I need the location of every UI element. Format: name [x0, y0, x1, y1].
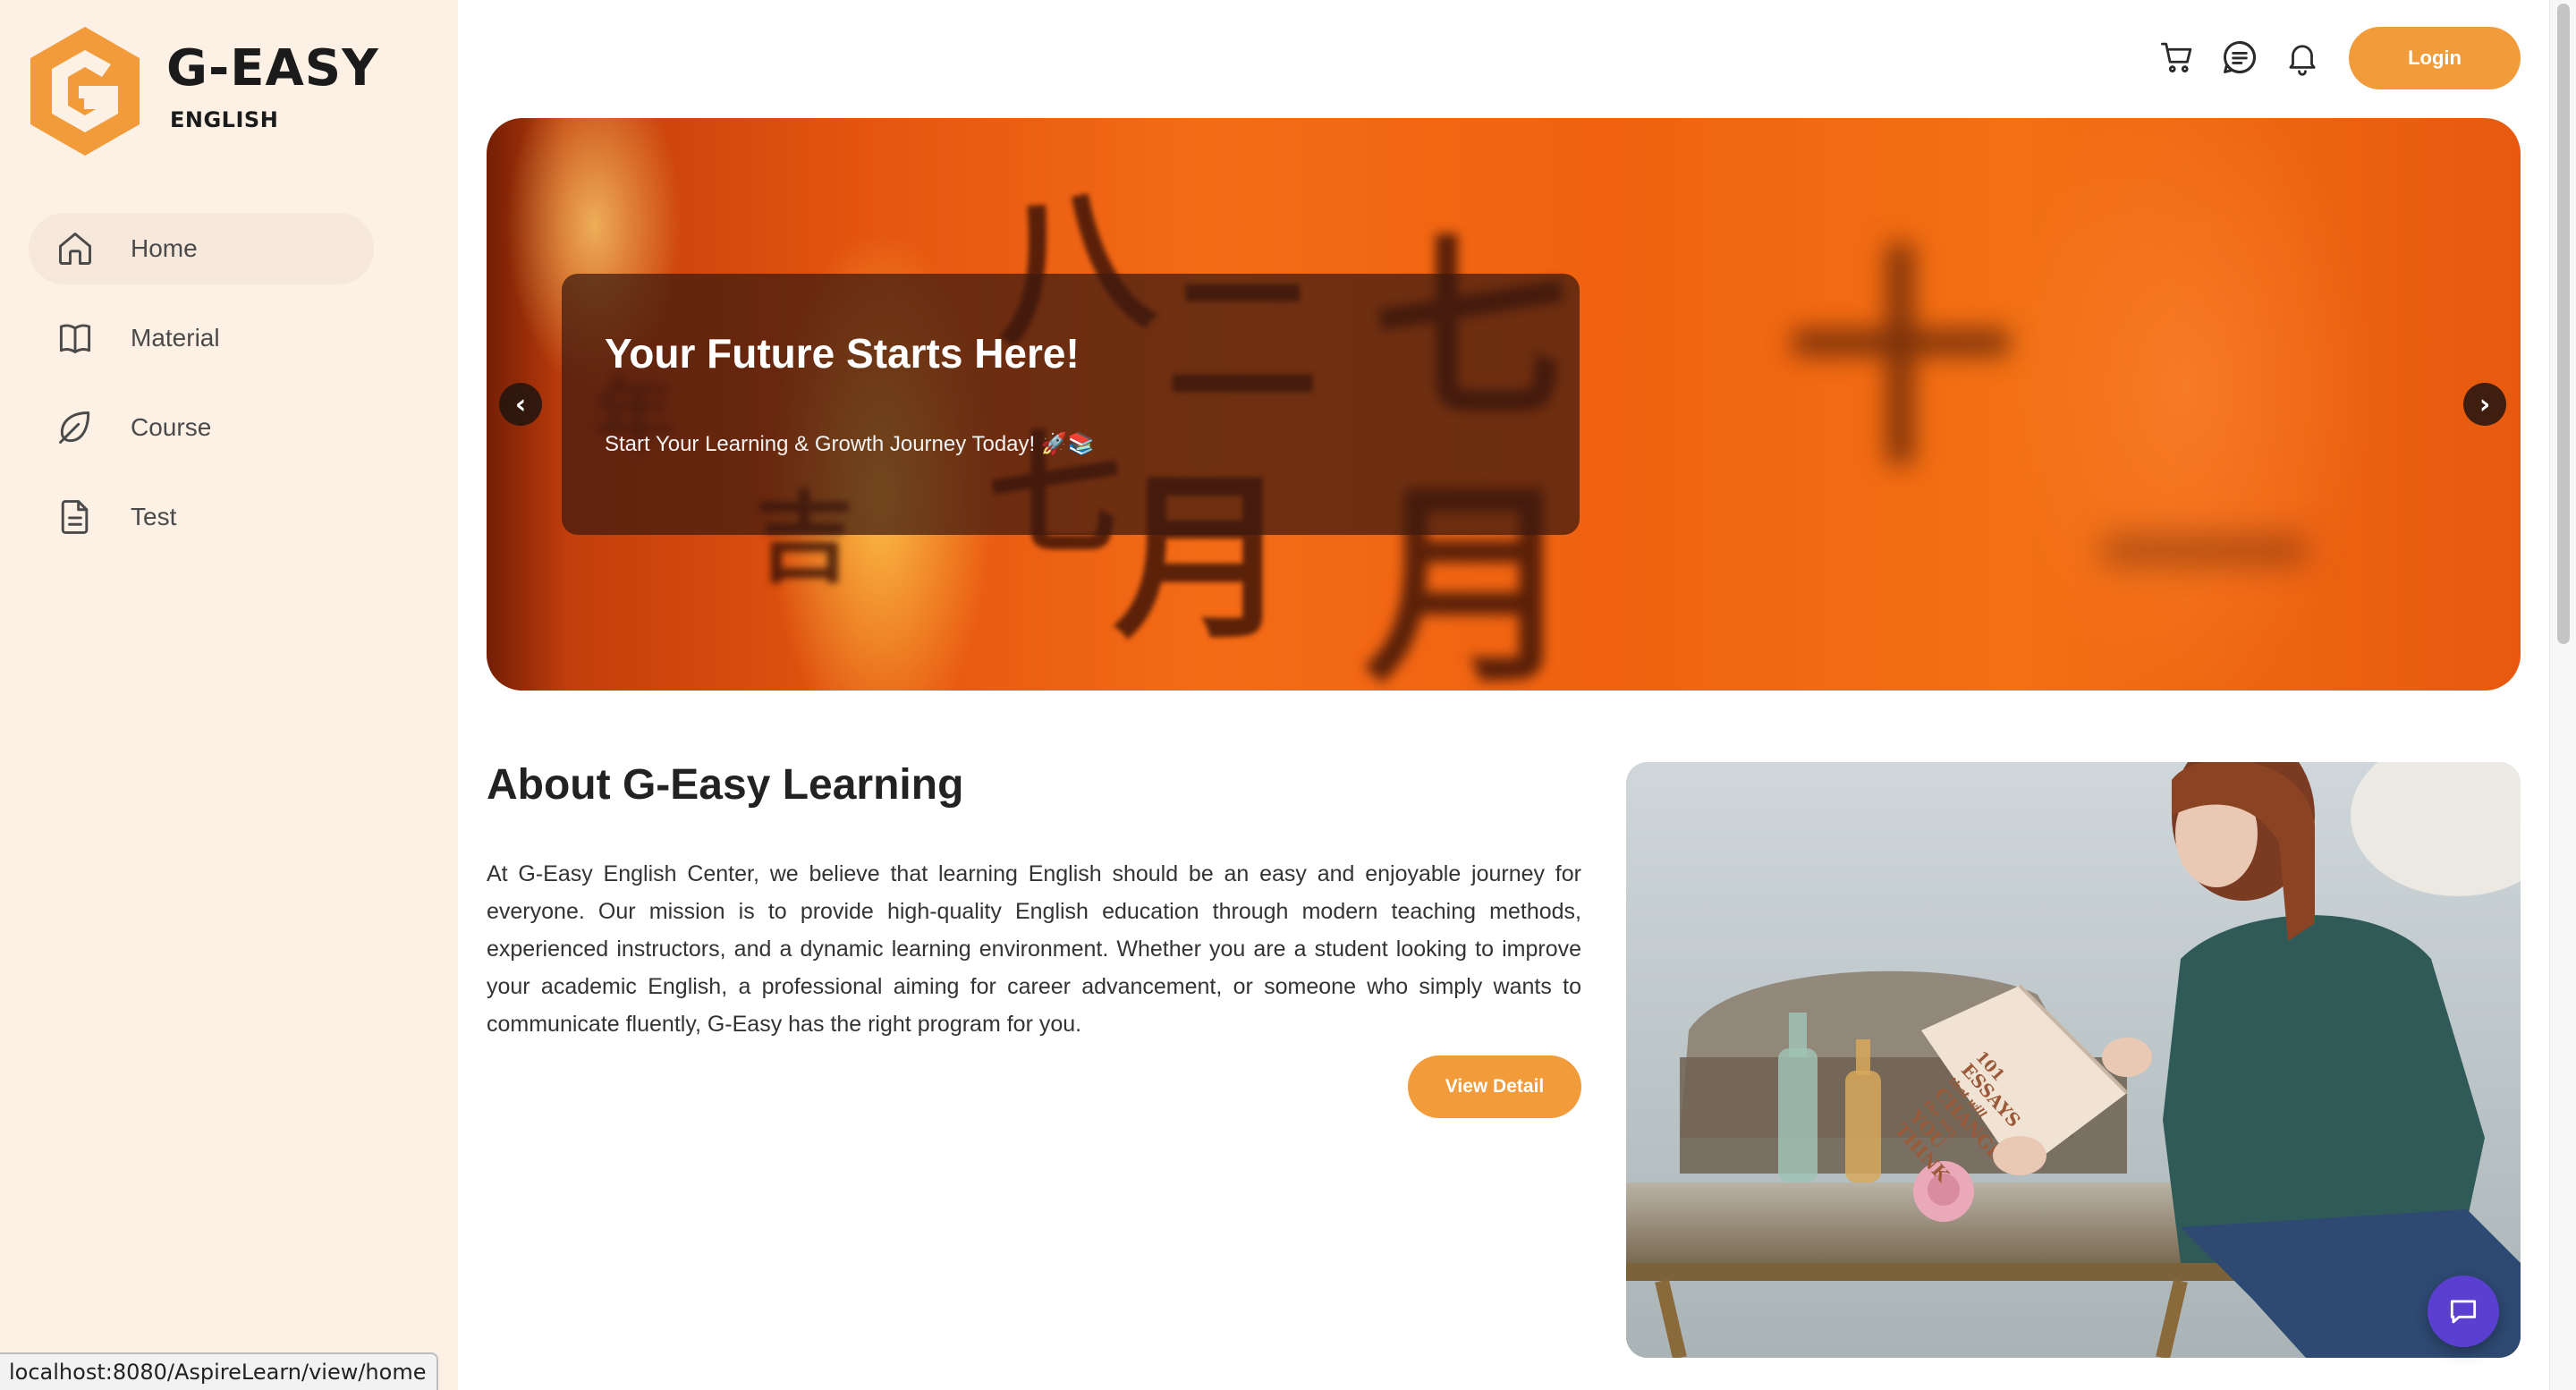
sidebar-item-test[interactable]: Test — [29, 481, 374, 553]
hero-caption-panel: Your Future Starts Here! Start Your Lear… — [562, 274, 1580, 535]
cart-icon — [2160, 42, 2192, 72]
notification-button[interactable] — [2281, 36, 2324, 79]
logo-mark-icon — [30, 27, 140, 156]
carousel-next-button[interactable]: › — [2463, 383, 2506, 426]
brand-logo[interactable]: G-EASY ENGLISH — [25, 23, 401, 166]
hero-subtitle: Start Your Learning & Growth Journey Tod… — [605, 432, 1095, 456]
home-icon — [59, 233, 91, 265]
message-button[interactable] — [2218, 36, 2261, 79]
sidebar-item-material[interactable]: Material — [29, 302, 374, 374]
photo-illustration: 101 ESSAYS that will CHANGE the way YOU … — [1626, 762, 2521, 1358]
leaf-icon — [59, 411, 90, 444]
message-icon — [2224, 41, 2256, 73]
carousel-prev-button[interactable]: ‹ — [499, 383, 542, 426]
scrollbar-thumb[interactable] — [2557, 4, 2570, 644]
book-icon — [59, 324, 91, 354]
sidebar-item-label: Course — [131, 413, 212, 441]
cart-button[interactable] — [2156, 36, 2199, 79]
view-detail-button[interactable]: View Detail — [1408, 1055, 1581, 1118]
sidebar-item-label: Material — [131, 324, 220, 352]
about-photo-woman-reading: 101 ESSAYS that will CHANGE the way YOU … — [1626, 762, 2521, 1358]
hero-banner: 八 二 七 月 月 七 十 一 吉 年 Your Future Starts H… — [487, 118, 2521, 691]
sidebar: G-EASY ENGLISH Home Material Course Test… — [0, 0, 458, 1390]
hero-title: Your Future Starts Here! — [605, 330, 1080, 377]
document-icon — [61, 500, 89, 534]
brand-name: G-EASY — [166, 39, 379, 97]
login-button[interactable]: Login — [2349, 27, 2521, 89]
chat-icon — [2450, 1300, 2477, 1324]
header-actions — [2156, 36, 2324, 79]
brand-subtitle: ENGLISH — [170, 107, 279, 132]
chat-support-button[interactable] — [2428, 1276, 2499, 1347]
about-description: At G-Easy English Center, we believe tha… — [487, 861, 1581, 1037]
page-scrollbar[interactable] — [2549, 0, 2576, 1390]
sidebar-nav: Home Material Course Test — [29, 213, 374, 571]
sidebar-item-label: Home — [131, 234, 198, 262]
status-bar-url: localhost:8080/AspireLearn/view/home — [0, 1352, 439, 1390]
sidebar-item-home[interactable]: Home — [29, 213, 374, 284]
bell-icon — [2289, 45, 2316, 76]
sidebar-item-label: Test — [131, 503, 177, 530]
about-title: About G-Easy Learning — [487, 761, 964, 809]
sidebar-item-course[interactable]: Course — [29, 392, 374, 463]
